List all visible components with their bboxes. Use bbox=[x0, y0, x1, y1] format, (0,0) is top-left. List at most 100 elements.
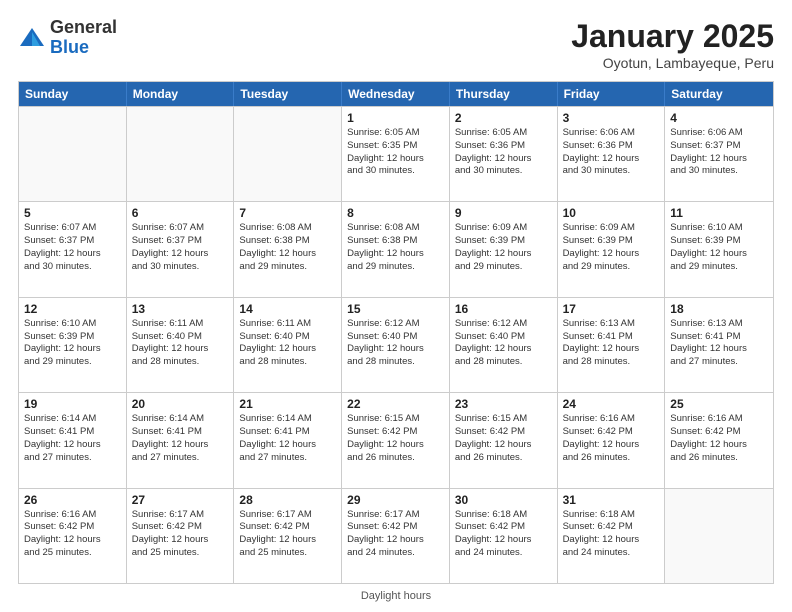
cal-cell-empty-4-6 bbox=[665, 489, 773, 583]
week-row-3: 12 Sunrise: 6:10 AM Sunset: 6:39 PM Dayli… bbox=[19, 297, 773, 392]
week-row-5: 26Sunrise: 6:16 AM Sunset: 6:42 PM Dayli… bbox=[19, 488, 773, 583]
day-number: 15 bbox=[347, 302, 444, 316]
cal-cell-5: 5 Sunrise: 6:07 AM Sunset: 6:37 PM Daylig… bbox=[19, 202, 127, 296]
day-info: Sunrise: 6:06 AM Sunset: 6:37 PM Dayligh… bbox=[670, 127, 768, 178]
calendar-header: SundayMondayTuesdayWednesdayThursdayFrid… bbox=[19, 82, 773, 106]
day-number: 23 bbox=[455, 397, 552, 411]
footer: Daylight hours bbox=[18, 590, 774, 602]
day-info: Sunrise: 6:09 AM Sunset: 6:39 PM Dayligh… bbox=[563, 222, 660, 273]
header-day-saturday: Saturday bbox=[665, 82, 773, 106]
day-number: 16 bbox=[455, 302, 552, 316]
day-number: 30 bbox=[455, 493, 552, 507]
day-number: 25 bbox=[670, 397, 768, 411]
cal-cell-30: 30Sunrise: 6:18 AM Sunset: 6:42 PM Dayli… bbox=[450, 489, 558, 583]
cal-cell-10: 10 Sunrise: 6:09 AM Sunset: 6:39 PM Dayli… bbox=[558, 202, 666, 296]
day-number: 1 bbox=[347, 111, 444, 125]
cal-cell-9: 9 Sunrise: 6:09 AM Sunset: 6:39 PM Daylig… bbox=[450, 202, 558, 296]
day-number: 24 bbox=[563, 397, 660, 411]
cal-cell-22: 22Sunrise: 6:15 AM Sunset: 6:42 PM Dayli… bbox=[342, 393, 450, 487]
day-info: Sunrise: 6:14 AM Sunset: 6:41 PM Dayligh… bbox=[24, 413, 121, 464]
logo-icon bbox=[18, 24, 46, 52]
day-info: Sunrise: 6:17 AM Sunset: 6:42 PM Dayligh… bbox=[239, 509, 336, 560]
cal-cell-2: 2 Sunrise: 6:05 AM Sunset: 6:36 PM Daylig… bbox=[450, 107, 558, 201]
day-number: 27 bbox=[132, 493, 229, 507]
day-number: 10 bbox=[563, 206, 660, 220]
cal-cell-23: 23 Sunrise: 6:15 AM Sunset: 6:42 PM Dayli… bbox=[450, 393, 558, 487]
day-number: 29 bbox=[347, 493, 444, 507]
day-number: 20 bbox=[132, 397, 229, 411]
cal-cell-26: 26Sunrise: 6:16 AM Sunset: 6:42 PM Dayli… bbox=[19, 489, 127, 583]
day-number: 26 bbox=[24, 493, 121, 507]
day-number: 19 bbox=[24, 397, 121, 411]
cal-cell-18: 18 Sunrise: 6:13 AM Sunset: 6:41 PM Dayli… bbox=[665, 298, 773, 392]
title-block: January 2025 Oyotun, Lambayeque, Peru bbox=[571, 18, 774, 71]
header: General Blue January 2025 Oyotun, Lambay… bbox=[18, 18, 774, 71]
day-info: Sunrise: 6:07 AM Sunset: 6:37 PM Dayligh… bbox=[24, 222, 121, 273]
daylight-label: Daylight hours bbox=[361, 590, 431, 602]
day-info: Sunrise: 6:05 AM Sunset: 6:35 PM Dayligh… bbox=[347, 127, 444, 178]
day-number: 13 bbox=[132, 302, 229, 316]
header-day-tuesday: Tuesday bbox=[234, 82, 342, 106]
day-number: 17 bbox=[563, 302, 660, 316]
day-info: Sunrise: 6:14 AM Sunset: 6:41 PM Dayligh… bbox=[132, 413, 229, 464]
day-info: Sunrise: 6:13 AM Sunset: 6:41 PM Dayligh… bbox=[670, 318, 768, 369]
cal-cell-16: 16 Sunrise: 6:12 AM Sunset: 6:40 PM Dayli… bbox=[450, 298, 558, 392]
day-number: 12 bbox=[24, 302, 121, 316]
day-number: 14 bbox=[239, 302, 336, 316]
day-info: Sunrise: 6:09 AM Sunset: 6:39 PM Dayligh… bbox=[455, 222, 552, 273]
header-day-wednesday: Wednesday bbox=[342, 82, 450, 106]
cal-cell-15: 15 Sunrise: 6:12 AM Sunset: 6:40 PM Dayli… bbox=[342, 298, 450, 392]
day-number: 4 bbox=[670, 111, 768, 125]
cal-cell-31: 31 Sunrise: 6:18 AM Sunset: 6:42 PM Dayli… bbox=[558, 489, 666, 583]
day-number: 22 bbox=[347, 397, 444, 411]
calendar-body: 1 Sunrise: 6:05 AM Sunset: 6:35 PM Daylig… bbox=[19, 106, 773, 583]
week-row-1: 1 Sunrise: 6:05 AM Sunset: 6:35 PM Daylig… bbox=[19, 106, 773, 201]
day-number: 5 bbox=[24, 206, 121, 220]
day-info: Sunrise: 6:11 AM Sunset: 6:40 PM Dayligh… bbox=[239, 318, 336, 369]
day-number: 2 bbox=[455, 111, 552, 125]
day-info: Sunrise: 6:17 AM Sunset: 6:42 PM Dayligh… bbox=[132, 509, 229, 560]
day-number: 7 bbox=[239, 206, 336, 220]
cal-cell-19: 19 Sunrise: 6:14 AM Sunset: 6:41 PM Dayli… bbox=[19, 393, 127, 487]
cal-cell-empty-0-1 bbox=[127, 107, 235, 201]
cal-cell-empty-0-2 bbox=[234, 107, 342, 201]
cal-cell-1: 1 Sunrise: 6:05 AM Sunset: 6:35 PM Daylig… bbox=[342, 107, 450, 201]
cal-cell-7: 7 Sunrise: 6:08 AM Sunset: 6:38 PM Daylig… bbox=[234, 202, 342, 296]
location-subtitle: Oyotun, Lambayeque, Peru bbox=[571, 55, 774, 71]
cal-cell-25: 25 Sunrise: 6:16 AM Sunset: 6:42 PM Dayli… bbox=[665, 393, 773, 487]
day-info: Sunrise: 6:16 AM Sunset: 6:42 PM Dayligh… bbox=[563, 413, 660, 464]
day-number: 9 bbox=[455, 206, 552, 220]
header-day-thursday: Thursday bbox=[450, 82, 558, 106]
day-info: Sunrise: 6:18 AM Sunset: 6:42 PM Dayligh… bbox=[563, 509, 660, 560]
logo-text: General Blue bbox=[50, 18, 117, 58]
logo: General Blue bbox=[18, 18, 117, 58]
cal-cell-13: 13 Sunrise: 6:11 AM Sunset: 6:40 PM Dayli… bbox=[127, 298, 235, 392]
page: General Blue January 2025 Oyotun, Lambay… bbox=[0, 0, 792, 612]
cal-cell-27: 27 Sunrise: 6:17 AM Sunset: 6:42 PM Dayli… bbox=[127, 489, 235, 583]
cal-cell-24: 24 Sunrise: 6:16 AM Sunset: 6:42 PM Dayli… bbox=[558, 393, 666, 487]
calendar: SundayMondayTuesdayWednesdayThursdayFrid… bbox=[18, 81, 774, 584]
day-info: Sunrise: 6:10 AM Sunset: 6:39 PM Dayligh… bbox=[670, 222, 768, 273]
day-info: Sunrise: 6:16 AM Sunset: 6:42 PM Dayligh… bbox=[670, 413, 768, 464]
header-day-friday: Friday bbox=[558, 82, 666, 106]
day-info: Sunrise: 6:13 AM Sunset: 6:41 PM Dayligh… bbox=[563, 318, 660, 369]
month-title: January 2025 bbox=[571, 18, 774, 55]
day-info: Sunrise: 6:07 AM Sunset: 6:37 PM Dayligh… bbox=[132, 222, 229, 273]
header-day-monday: Monday bbox=[127, 82, 235, 106]
day-info: Sunrise: 6:11 AM Sunset: 6:40 PM Dayligh… bbox=[132, 318, 229, 369]
cal-cell-20: 20 Sunrise: 6:14 AM Sunset: 6:41 PM Dayli… bbox=[127, 393, 235, 487]
cal-cell-21: 21Sunrise: 6:14 AM Sunset: 6:41 PM Dayli… bbox=[234, 393, 342, 487]
week-row-2: 5 Sunrise: 6:07 AM Sunset: 6:37 PM Daylig… bbox=[19, 201, 773, 296]
day-info: Sunrise: 6:12 AM Sunset: 6:40 PM Dayligh… bbox=[347, 318, 444, 369]
day-info: Sunrise: 6:08 AM Sunset: 6:38 PM Dayligh… bbox=[239, 222, 336, 273]
day-number: 18 bbox=[670, 302, 768, 316]
day-number: 31 bbox=[563, 493, 660, 507]
cal-cell-empty-0-0 bbox=[19, 107, 127, 201]
day-info: Sunrise: 6:06 AM Sunset: 6:36 PM Dayligh… bbox=[563, 127, 660, 178]
logo-blue-text: Blue bbox=[50, 38, 117, 58]
day-info: Sunrise: 6:12 AM Sunset: 6:40 PM Dayligh… bbox=[455, 318, 552, 369]
day-info: Sunrise: 6:15 AM Sunset: 6:42 PM Dayligh… bbox=[455, 413, 552, 464]
day-info: Sunrise: 6:05 AM Sunset: 6:36 PM Dayligh… bbox=[455, 127, 552, 178]
day-info: Sunrise: 6:10 AM Sunset: 6:39 PM Dayligh… bbox=[24, 318, 121, 369]
day-number: 6 bbox=[132, 206, 229, 220]
